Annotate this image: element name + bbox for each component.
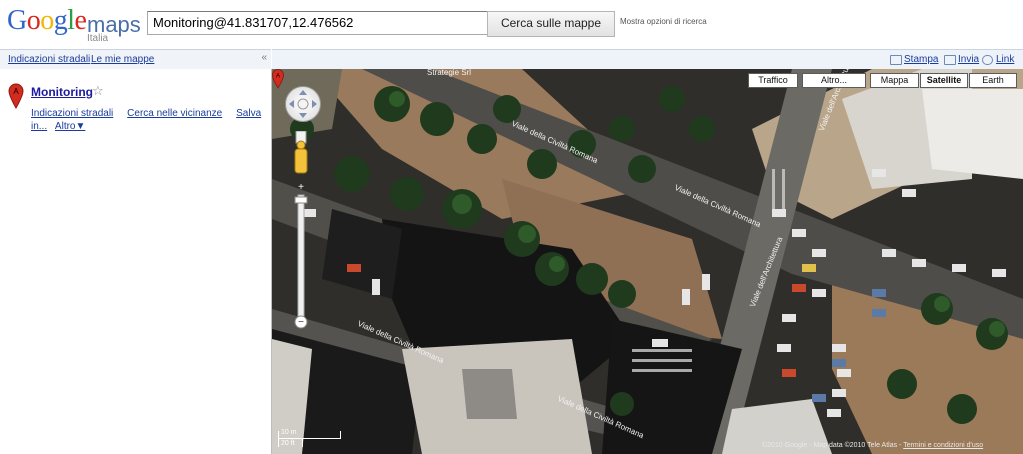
traffic-button[interactable]: Traffico [748, 73, 798, 88]
map-marker-letter: A [276, 74, 280, 80]
results-panel: A Monitoring ☆ Indicazioni stradali Cerc… [0, 69, 272, 454]
search-input[interactable]: Monitoring@41.831707,12.476562 [147, 11, 489, 35]
result-marker-letter: A [13, 87, 19, 96]
logo-word: Google [7, 5, 87, 36]
pan-control-icon[interactable] [285, 86, 321, 122]
scale-meters: 10 m [281, 429, 297, 436]
zoom-control[interactable]: + − [292, 131, 310, 331]
satellite-imagery [272, 69, 1023, 454]
zoom-in-icon: + [298, 182, 304, 193]
pan-arrows-icon [289, 90, 317, 118]
result-save-in-link[interactable]: in... [31, 121, 47, 132]
star-icon[interactable]: ☆ [92, 83, 104, 99]
mail-icon[interactable] [944, 55, 956, 65]
more-layers-label: Altro... [820, 75, 847, 85]
directions-link[interactable]: Indicazioni stradali [8, 54, 90, 65]
map-type-satellite[interactable]: Satellite [920, 73, 968, 88]
link-link[interactable]: Link [996, 54, 1014, 65]
google-maps-logo[interactable]: Google maps Italia [7, 5, 141, 45]
result-actions: Indicazioni stradali Cerca nelle vicinan… [31, 107, 266, 133]
print-link[interactable]: Stampa [904, 54, 938, 65]
scale-bar: 10 m 20 ft [278, 429, 344, 449]
poi-label: Strategie Srl [427, 69, 472, 77]
left-toolbar: Indicazioni stradali Le mie mappe « [0, 49, 271, 70]
pegman-icon [294, 148, 308, 174]
map-marker-icon[interactable]: A [272, 69, 284, 89]
scale-feet: 20 ft [281, 440, 295, 447]
result-directions-link[interactable]: Indicazioni stradali [31, 108, 113, 119]
link-icon[interactable] [982, 55, 993, 65]
logo-region: Italia [87, 33, 109, 44]
marker-icon[interactable]: A [8, 83, 24, 109]
map-copyright: ©2010 Google - Map data ©2010 Tele Atlas… [762, 442, 983, 449]
map-canvas[interactable]: Viale della Civiltà Romana Viale della C… [272, 69, 1023, 454]
more-search-options-link[interactable]: Mostra opzioni di ricerca [620, 17, 707, 26]
my-maps-link[interactable]: Le mie mappe [91, 54, 154, 65]
send-link[interactable]: Invia [958, 54, 979, 65]
header: Google maps Italia Monitoring@41.831707,… [0, 0, 1023, 48]
search-button[interactable]: Cerca sulle mappe [487, 11, 615, 37]
map-type-earth[interactable]: Earth [969, 73, 1017, 88]
zoom-slider: + − [294, 131, 308, 329]
print-icon[interactable] [890, 55, 902, 65]
collapse-panel-button[interactable]: « [261, 52, 267, 63]
map-type-mappa[interactable]: Mappa [870, 73, 919, 88]
result-more-link[interactable]: Altro▼ [55, 121, 85, 132]
zoom-out-icon: − [298, 317, 304, 328]
result-nearby-link[interactable]: Cerca nelle vicinanze [127, 108, 222, 119]
copyright-text: ©2010 Google - Map data ©2010 Tele Atlas… [762, 442, 904, 449]
map-toolbar: Stampa Invia Link [272, 49, 1023, 69]
terms-link[interactable]: Termini e condizioni d'uso [903, 442, 983, 449]
result-title[interactable]: Monitoring [31, 85, 93, 99]
result-save-link[interactable]: Salva [236, 108, 261, 119]
more-layers-button[interactable]: Altro... [802, 73, 866, 88]
